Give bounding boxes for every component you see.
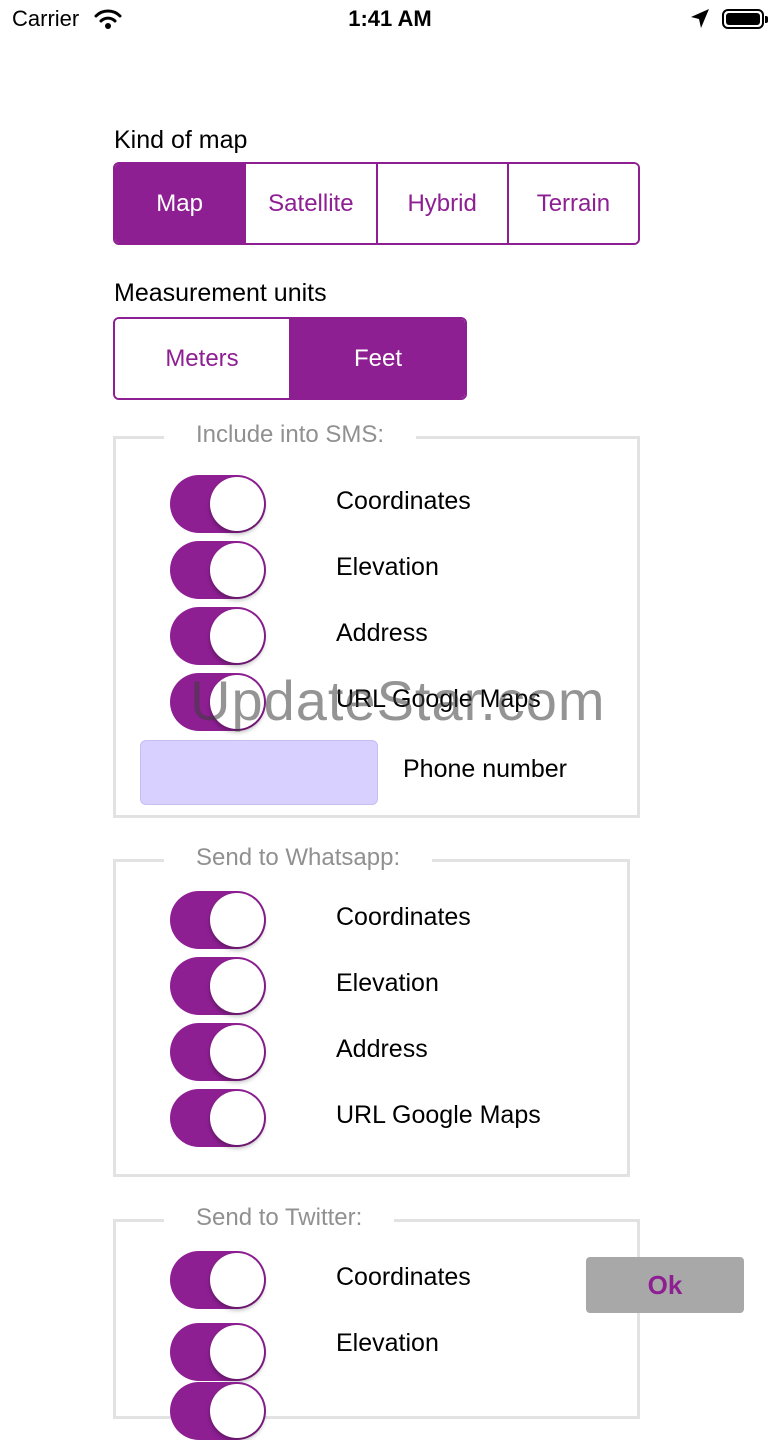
sms-elevation-switch[interactable] (170, 541, 266, 599)
sms-url-google-maps-label: URL Google Maps (336, 685, 541, 713)
phone-number-input[interactable] (140, 740, 378, 805)
sms-group: Include into SMS: Coordinates Elevation … (113, 421, 640, 818)
segment-satellite[interactable]: Satellite (244, 164, 376, 243)
twitter-group-legend: Send to Twitter: (164, 1204, 395, 1232)
whatsapp-url-google-maps-label: URL Google Maps (336, 1101, 541, 1129)
twitter-coordinates-label: Coordinates (336, 1263, 471, 1291)
twitter-elevation-label: Elevation (336, 1329, 439, 1357)
sms-coordinates-label: Coordinates (336, 487, 471, 515)
whatsapp-address-label: Address (336, 1035, 428, 1063)
whatsapp-coordinates-label: Coordinates (336, 903, 471, 931)
segment-map[interactable]: Map (115, 164, 245, 243)
whatsapp-url-google-maps-switch[interactable] (170, 1089, 266, 1147)
map-kind-segmented-control: Map Satellite Hybrid Terrain (113, 162, 640, 245)
segment-terrain[interactable]: Terrain (506, 164, 638, 243)
phone-number-label: Phone number (403, 755, 568, 783)
twitter-address-switch[interactable] (170, 1382, 266, 1440)
sms-address-label: Address (336, 619, 428, 647)
twitter-coordinates-switch[interactable] (170, 1251, 266, 1309)
sms-url-google-maps-switch[interactable] (170, 673, 266, 731)
whatsapp-group-legend: Send to Whatsapp: (164, 844, 433, 872)
twitter-elevation-switch[interactable] (170, 1323, 266, 1381)
sms-address-switch[interactable] (170, 607, 266, 665)
twitter-group: Send to Twitter: Coordinates Elevation (113, 1204, 640, 1440)
location-arrow-icon (691, 9, 709, 28)
whatsapp-address-switch[interactable] (170, 1023, 266, 1081)
battery-icon (722, 9, 768, 29)
map-kind-label: Kind of map (114, 126, 248, 154)
sms-coordinates-switch[interactable] (170, 475, 266, 533)
whatsapp-elevation-switch[interactable] (170, 957, 266, 1015)
units-segmented-control: Meters Feet (113, 317, 467, 400)
units-label: Measurement units (114, 279, 327, 307)
sms-elevation-label: Elevation (336, 553, 439, 581)
whatsapp-elevation-label: Elevation (336, 969, 439, 997)
whatsapp-group: Send to Whatsapp: Coordinates Elevation … (113, 844, 630, 1177)
segment-feet[interactable]: Feet (289, 319, 465, 398)
sms-group-legend: Include into SMS: (164, 421, 417, 449)
status-time: 1:41 AM (348, 6, 432, 31)
segment-hybrid[interactable]: Hybrid (375, 164, 507, 243)
ok-button[interactable]: Ok (586, 1257, 744, 1313)
segment-meters[interactable]: Meters (115, 319, 289, 398)
whatsapp-coordinates-switch[interactable] (170, 891, 266, 949)
